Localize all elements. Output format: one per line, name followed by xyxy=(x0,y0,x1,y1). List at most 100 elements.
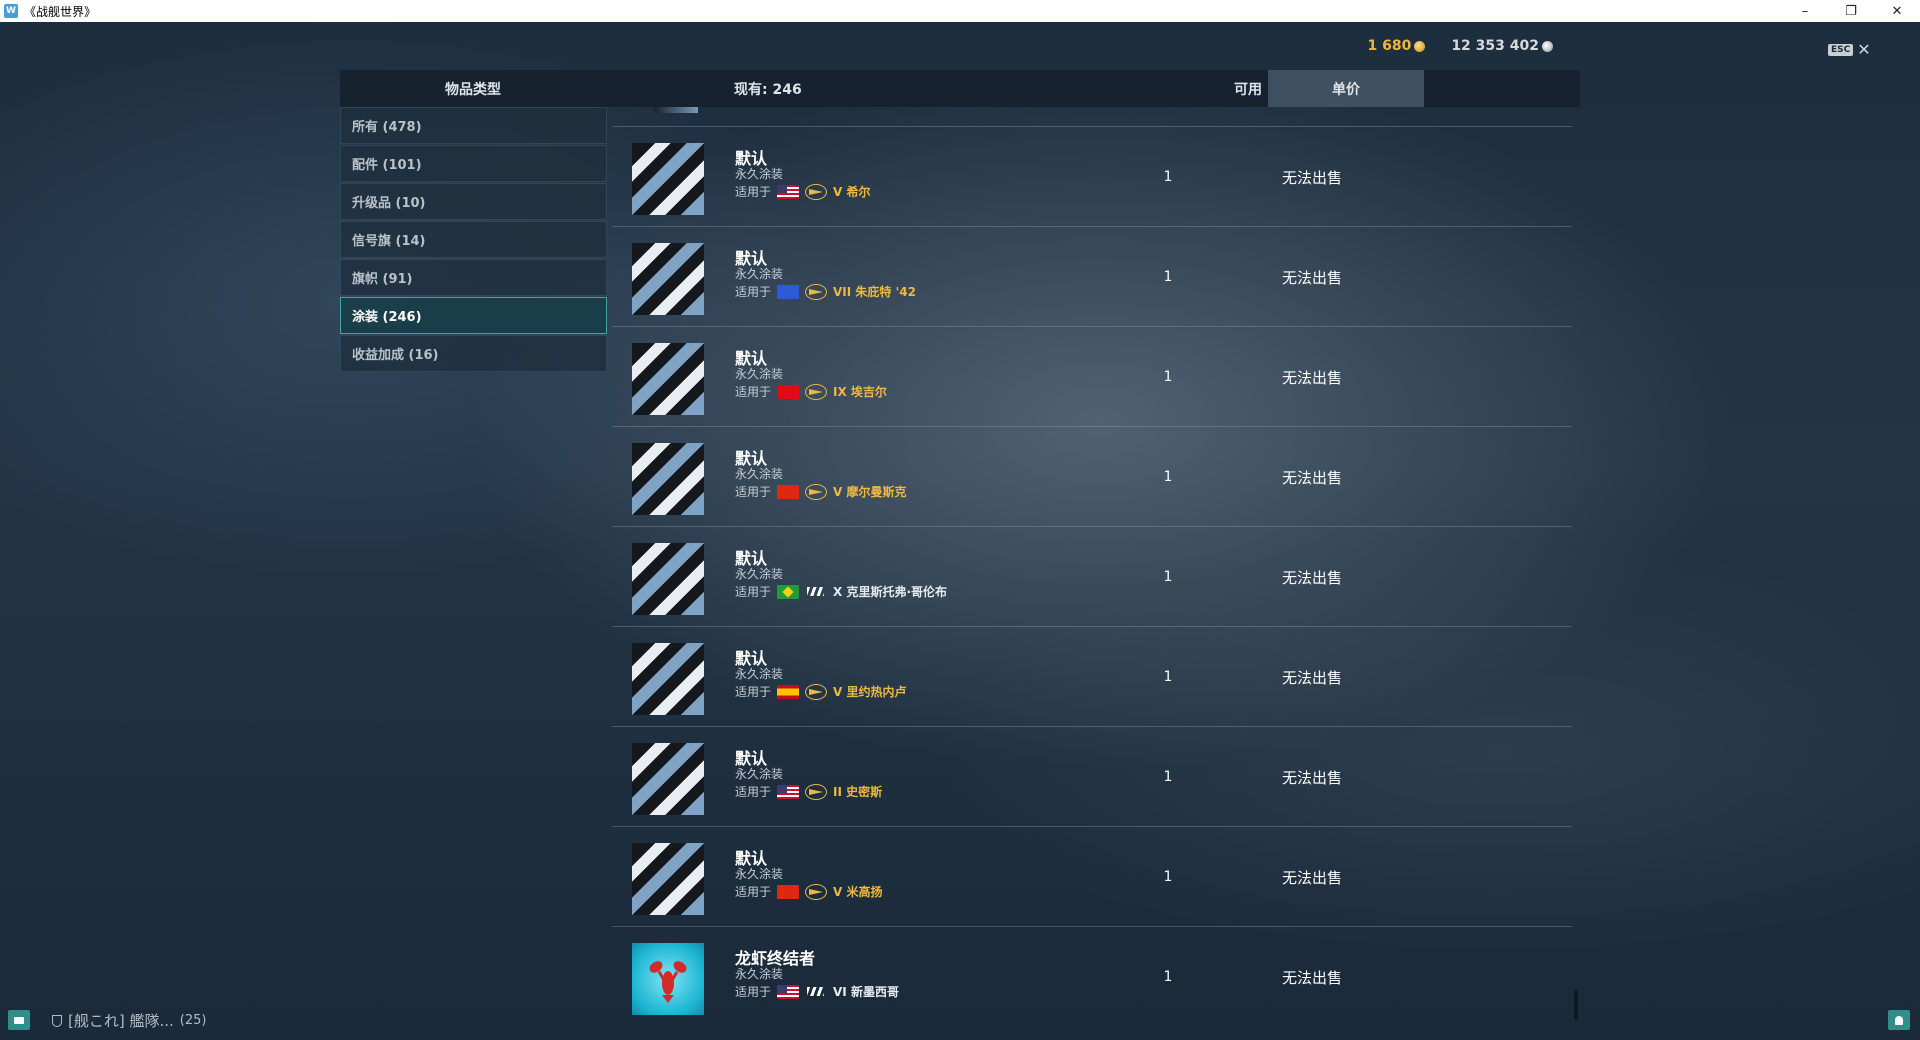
applies-to: 适用于 V 摩尔曼斯克 xyxy=(735,483,906,500)
unit-price: 无法出售 xyxy=(1281,468,1342,487)
available-count: 1 xyxy=(1163,569,1173,585)
sidebar-item-modules[interactable]: 配件 (101) xyxy=(340,145,607,182)
item-type-header: 物品类型 xyxy=(445,81,501,98)
notification-bell-button[interactable] xyxy=(1888,1010,1910,1030)
applies-to: 适用于 VI 新墨西哥 xyxy=(735,983,899,1000)
doubloon-icon xyxy=(1414,40,1426,52)
list-item[interactable]: 默认 永久涂装 适用于 V 希尔 1 无法出售 xyxy=(612,127,1572,227)
applies-to: 适用于 IX 埃吉尔 xyxy=(735,383,887,400)
esc-close-button[interactable]: ESC ✕ xyxy=(1828,42,1871,58)
sidebar-item-all[interactable]: 所有 (478) xyxy=(340,107,607,144)
camouflage-list[interactable]: 默认 永久涂装 适用于 V 希尔 1 无法出售 默认 永久涂装 适用于 VII 朱庇特 '42 1 无… xyxy=(612,107,1572,1022)
list-item[interactable]: 默认 永久涂装 适用于 IX 埃吉尔 1 无法出售 xyxy=(612,327,1572,427)
unit-price: 无法出售 xyxy=(1281,368,1342,387)
available-count: 1 xyxy=(1163,669,1173,685)
available-count: 1 xyxy=(1163,269,1173,285)
applies-label: 适用于 xyxy=(735,685,772,699)
owned-count-header: 现有: 246 xyxy=(734,81,802,98)
sidebar-item-flags[interactable]: 旗帜 (91) xyxy=(340,259,607,296)
applies-label: 适用于 xyxy=(735,585,772,599)
applies-to: 适用于 VII 朱庇特 '42 xyxy=(735,283,916,300)
app-icon: W xyxy=(4,4,18,18)
available-count: 1 xyxy=(1163,469,1173,485)
applies-label: 适用于 xyxy=(735,485,772,499)
window-title: 《战舰世界》 xyxy=(24,4,97,19)
unit-price: 无法出售 xyxy=(1281,268,1342,287)
camo-type: 永久涂装 xyxy=(735,167,784,181)
nation-flag-icon xyxy=(777,184,800,199)
list-item[interactable]: 默认 永久涂装 适用于 II 史密斯 1 无法出售 xyxy=(612,727,1572,827)
camo-type: 永久涂装 xyxy=(735,267,784,281)
close-icon[interactable]: ✕ xyxy=(1857,42,1870,58)
ship-class-icon xyxy=(805,183,828,200)
list-item[interactable]: 默认 永久涂装 适用于 X 克里斯托弗·哥伦布 1 无法出售 xyxy=(612,527,1572,627)
nation-flag-icon xyxy=(777,584,800,599)
camo-type: 永久涂装 xyxy=(735,867,784,881)
camo-thumbnail xyxy=(632,243,704,315)
sidebar-item-economic-bonuses[interactable]: 收益加成 (16) xyxy=(340,335,607,372)
list-item[interactable]: 默认 永久涂装 适用于 VII 朱庇特 '42 1 无法出售 xyxy=(612,227,1572,327)
chat-button[interactable] xyxy=(8,1010,30,1030)
ship-name: IX 埃吉尔 xyxy=(833,385,887,399)
ship-class-icon xyxy=(805,783,828,800)
window-title-bar: W 《战舰世界》 – ❐ ✕ xyxy=(0,0,1920,22)
clan-info[interactable]: [舰これ] 艦隊... (25) xyxy=(52,1010,206,1031)
list-item[interactable]: 默认 永久涂装 适用于 V 米高扬 1 无法出售 xyxy=(612,827,1572,927)
inventory-header: 物品类型 现有: 246 可用 单价 xyxy=(340,70,1580,107)
nation-flag-icon xyxy=(777,784,800,799)
shield-icon xyxy=(52,1014,62,1027)
camo-type: 永久涂装 xyxy=(735,467,784,481)
camo-type: 永久涂装 xyxy=(735,767,784,781)
ship-name: VI 新墨西哥 xyxy=(833,985,899,999)
sidebar-item-camouflage[interactable]: 涂装 (246) xyxy=(340,297,607,334)
lobster-icon xyxy=(649,961,687,1003)
close-window-button[interactable]: ✕ xyxy=(1874,0,1920,22)
unit-price: 无法出售 xyxy=(1281,168,1342,187)
list-item[interactable]: 龙虾终结者 永久涂装 适用于 VI 新墨西哥 1 无法出售 xyxy=(612,927,1572,1022)
ship-class-icon xyxy=(805,283,828,300)
restore-button[interactable]: ❐ xyxy=(1828,0,1874,22)
sidebar-item-signals[interactable]: 信号旗 (14) xyxy=(340,221,607,258)
clan-member-count: (25) xyxy=(179,1013,207,1028)
credits-balance: 12 353 402 xyxy=(1451,38,1553,54)
camo-type: 永久涂装 xyxy=(735,567,784,581)
unit-price: 无法出售 xyxy=(1281,768,1342,787)
ship-class-icon xyxy=(805,584,827,600)
ship-name: VII 朱庇特 '42 xyxy=(833,285,916,299)
applies-to: 适用于 V 希尔 xyxy=(735,183,870,200)
sidebar-item-upgrades[interactable]: 升级品 (10) xyxy=(340,183,607,220)
minimize-button[interactable]: – xyxy=(1782,0,1828,22)
applies-label: 适用于 xyxy=(735,985,772,999)
camo-thumbnail xyxy=(632,443,704,515)
ship-class-icon xyxy=(805,383,828,400)
ship-name: II 史密斯 xyxy=(833,785,883,799)
doubloons-value: 1 680 xyxy=(1367,38,1412,54)
camo-type: 永久涂装 xyxy=(735,367,784,381)
esc-key-badge: ESC xyxy=(1828,44,1854,56)
available-count: 1 xyxy=(1163,869,1173,885)
ship-name: V 摩尔曼斯克 xyxy=(833,485,907,499)
unit-price: 无法出售 xyxy=(1281,968,1342,987)
ship-class-icon xyxy=(805,683,828,700)
camo-thumbnail-partial xyxy=(654,107,698,113)
clan-name: [舰これ] 艦隊... xyxy=(68,1012,174,1030)
available-count: 1 xyxy=(1163,769,1173,785)
camo-type: 永久涂装 xyxy=(735,667,784,681)
camo-thumbnail xyxy=(632,643,704,715)
list-scrollbar[interactable] xyxy=(1574,990,1578,1020)
camo-thumbnail xyxy=(632,143,704,215)
available-count: 1 xyxy=(1163,169,1173,185)
list-item[interactable]: 默认 永久涂装 适用于 V 摩尔曼斯克 1 无法出售 xyxy=(612,427,1572,527)
currency-display: 1 680 12 353 402 xyxy=(1367,38,1553,54)
list-item-partial xyxy=(612,107,1572,127)
applies-label: 适用于 xyxy=(735,785,772,799)
nation-flag-icon xyxy=(777,884,800,899)
camo-thumbnail xyxy=(632,943,704,1015)
credits-value: 12 353 402 xyxy=(1451,38,1539,54)
applies-to: 适用于 X 克里斯托弗·哥伦布 xyxy=(735,583,947,600)
ship-name: X 克里斯托弗·哥伦布 xyxy=(833,585,948,599)
list-item[interactable]: 默认 永久涂装 适用于 V 里约热内卢 1 无法出售 xyxy=(612,627,1572,727)
unit-price-column-header[interactable]: 单价 xyxy=(1268,70,1424,107)
ship-name: V 希尔 xyxy=(833,185,871,199)
applies-to: 适用于 II 史密斯 xyxy=(735,783,882,800)
